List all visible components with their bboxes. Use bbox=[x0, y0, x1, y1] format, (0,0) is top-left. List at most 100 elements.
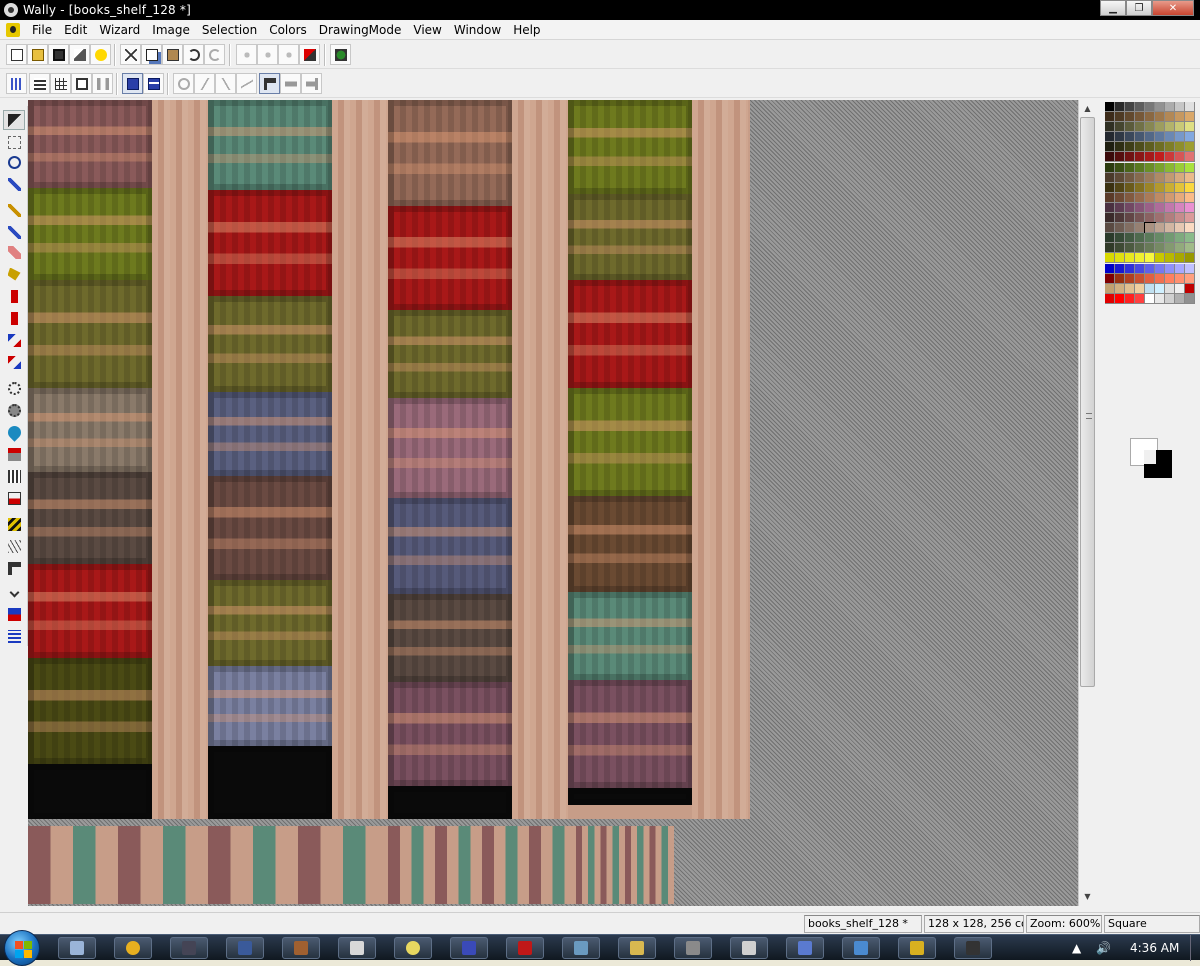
palette-swatch[interactable] bbox=[1165, 192, 1175, 203]
palette-swatch[interactable] bbox=[1165, 142, 1175, 153]
taskbar-app-app-3[interactable] bbox=[170, 937, 208, 959]
palette-swatch[interactable] bbox=[1105, 243, 1115, 254]
palette-swatch[interactable] bbox=[1155, 142, 1165, 153]
palette-swatch[interactable] bbox=[1155, 253, 1165, 264]
taskbar-app-firefox[interactable] bbox=[394, 937, 432, 959]
palette-swatch[interactable] bbox=[1145, 243, 1155, 254]
palette-swatch[interactable] bbox=[1165, 132, 1175, 143]
palette-swatch[interactable] bbox=[1155, 152, 1165, 163]
brush-tool[interactable] bbox=[3, 222, 25, 242]
palette-swatch[interactable] bbox=[1185, 223, 1195, 234]
palette-swatch[interactable] bbox=[1115, 263, 1125, 274]
palette-swatch[interactable] bbox=[1105, 263, 1115, 274]
palette-swatch[interactable] bbox=[1145, 283, 1155, 294]
palette-swatch[interactable] bbox=[1185, 162, 1195, 173]
palette-swatch[interactable] bbox=[1175, 202, 1185, 213]
palette-swatch[interactable] bbox=[1175, 132, 1185, 143]
palette-swatch[interactable] bbox=[1185, 102, 1195, 112]
palette-swatch[interactable] bbox=[1145, 142, 1155, 153]
palette-swatch[interactable] bbox=[1175, 192, 1185, 203]
palette-swatch[interactable] bbox=[1105, 233, 1115, 244]
palette-swatch[interactable] bbox=[1155, 182, 1165, 193]
palette-swatch[interactable] bbox=[1165, 233, 1175, 244]
palette-swatch[interactable] bbox=[1185, 263, 1195, 274]
eyedropper-tool[interactable] bbox=[3, 174, 25, 194]
palette-swatch[interactable] bbox=[1105, 142, 1115, 153]
palette-swatch[interactable] bbox=[1155, 132, 1165, 143]
darken-tool[interactable] bbox=[3, 400, 25, 420]
palette-swatch[interactable] bbox=[1115, 182, 1125, 193]
title-bar[interactable]: Wally - [books_shelf_128 *] ▁ ❐ ✕ bbox=[0, 0, 1200, 20]
scroll-thumb[interactable] bbox=[1080, 117, 1095, 687]
palette-swatch[interactable] bbox=[1175, 233, 1185, 244]
palette-swatch[interactable] bbox=[1115, 253, 1125, 264]
palette-swatch[interactable] bbox=[1145, 152, 1155, 163]
palette-swatch[interactable] bbox=[1165, 283, 1175, 294]
palette-swatch[interactable] bbox=[1135, 112, 1145, 123]
align-button-3[interactable] bbox=[301, 73, 322, 94]
bookshelf-texture-canvas[interactable] bbox=[28, 100, 750, 819]
new-file-button[interactable] bbox=[6, 44, 27, 65]
palette-swatch[interactable] bbox=[1135, 142, 1145, 153]
undo-button[interactable] bbox=[183, 44, 204, 65]
palette-swatch[interactable] bbox=[1135, 293, 1145, 304]
palette-swatch[interactable] bbox=[1105, 172, 1115, 183]
palette-swatch[interactable] bbox=[1125, 233, 1135, 244]
palette-swatch[interactable] bbox=[1185, 192, 1195, 203]
palette-swatch[interactable] bbox=[1125, 253, 1135, 264]
fill-tool[interactable] bbox=[3, 264, 25, 284]
palette-swatch[interactable] bbox=[1185, 152, 1195, 163]
view-button-1[interactable] bbox=[6, 73, 27, 94]
palette-swatch[interactable] bbox=[1175, 122, 1185, 133]
start-button[interactable] bbox=[4, 930, 40, 966]
menu-file[interactable]: File bbox=[26, 21, 58, 39]
palette-swatch[interactable] bbox=[1105, 182, 1115, 193]
palette-swatch[interactable] bbox=[1145, 293, 1155, 304]
palette-swatch[interactable] bbox=[1115, 102, 1125, 112]
taskbar-app-mcafee[interactable] bbox=[450, 937, 488, 959]
view-button-2[interactable] bbox=[29, 73, 50, 94]
palette-swatch[interactable] bbox=[1175, 223, 1185, 234]
palette-swatch[interactable] bbox=[1175, 283, 1185, 294]
palette-swatch[interactable] bbox=[1135, 233, 1145, 244]
palette-swatch[interactable] bbox=[1115, 162, 1125, 173]
palette-swatch[interactable] bbox=[1105, 152, 1115, 163]
palette-swatch[interactable] bbox=[1145, 263, 1155, 274]
chevron-tool[interactable] bbox=[3, 582, 25, 602]
view-button-5[interactable] bbox=[92, 73, 113, 94]
skew-button-3[interactable] bbox=[236, 73, 257, 94]
line-tool-2[interactable] bbox=[3, 352, 25, 372]
palette-swatch[interactable] bbox=[1155, 283, 1165, 294]
taskbar-app-7zip[interactable] bbox=[674, 937, 712, 959]
taskbar-app-app-13[interactable] bbox=[730, 937, 768, 959]
palette-swatch[interactable] bbox=[1175, 273, 1185, 284]
tool-red-button[interactable] bbox=[299, 44, 320, 65]
palette-swatch[interactable] bbox=[1185, 122, 1195, 133]
palette-swatch[interactable] bbox=[1135, 132, 1145, 143]
scroll-down-arrow[interactable]: ▼ bbox=[1079, 888, 1096, 905]
palette-swatch[interactable] bbox=[1175, 253, 1185, 264]
palette-swatch[interactable] bbox=[1155, 102, 1165, 112]
taskbar-app-app-5[interactable] bbox=[282, 937, 320, 959]
palette-swatch[interactable] bbox=[1135, 152, 1145, 163]
menu-wizard[interactable]: Wizard bbox=[93, 21, 146, 39]
palette-swatch[interactable] bbox=[1155, 162, 1165, 173]
palette-swatch[interactable] bbox=[1155, 293, 1165, 304]
cut-button[interactable] bbox=[120, 44, 141, 65]
palette-swatch[interactable] bbox=[1125, 142, 1135, 153]
palette-swatch[interactable] bbox=[1125, 182, 1135, 193]
palette-swatch[interactable] bbox=[1155, 213, 1165, 224]
skew-button-2[interactable] bbox=[215, 73, 236, 94]
palette-swatch[interactable] bbox=[1175, 213, 1185, 224]
palette-swatch[interactable] bbox=[1125, 132, 1135, 143]
palette-swatch[interactable] bbox=[1175, 112, 1185, 123]
palette-swatch[interactable] bbox=[1165, 223, 1175, 234]
clone-tool[interactable] bbox=[3, 488, 25, 508]
palette-swatch[interactable] bbox=[1115, 192, 1125, 203]
palette-swatch[interactable] bbox=[1145, 233, 1155, 244]
palette-swatch[interactable] bbox=[1145, 102, 1155, 112]
palette-swatch[interactable] bbox=[1105, 132, 1115, 143]
palette-swatch[interactable] bbox=[1125, 283, 1135, 294]
palette-swatch[interactable] bbox=[1135, 182, 1145, 193]
palette-swatch[interactable] bbox=[1165, 122, 1175, 133]
